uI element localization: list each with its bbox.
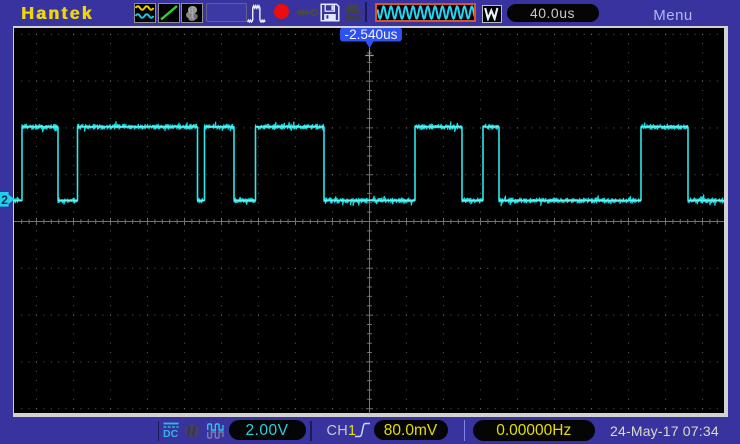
svg-text:2: 2 <box>1 192 8 206</box>
svg-text:DC: DC <box>163 428 179 438</box>
svg-text:-2.540us: -2.540us <box>345 28 398 42</box>
